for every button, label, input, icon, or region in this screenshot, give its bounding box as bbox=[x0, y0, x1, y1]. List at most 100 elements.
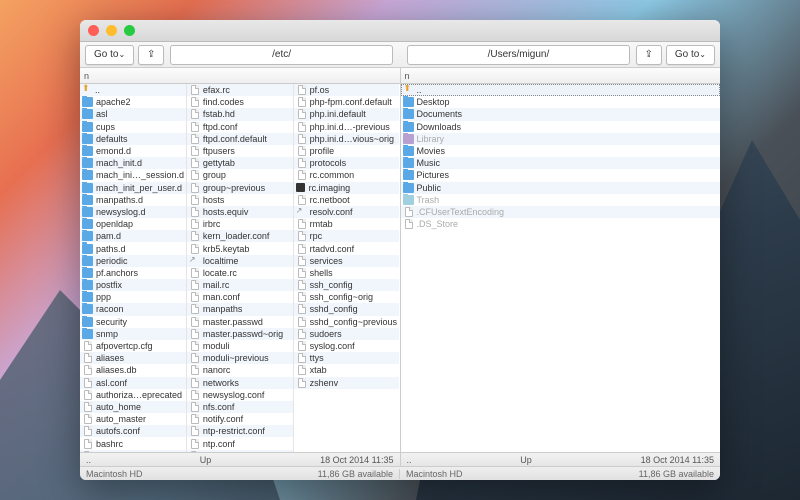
list-item[interactable]: periodic bbox=[80, 255, 186, 267]
list-item[interactable]: moduli~previous bbox=[187, 352, 293, 364]
list-item[interactable]: localtime bbox=[187, 255, 293, 267]
list-item[interactable]: hosts bbox=[187, 194, 293, 206]
list-item[interactable]: php.ini.d…-previous bbox=[294, 121, 400, 133]
list-item[interactable]: rc.imaging bbox=[294, 182, 400, 194]
list-item[interactable]: protocols bbox=[294, 157, 400, 169]
list-item[interactable]: ftpusers bbox=[187, 145, 293, 157]
list-item[interactable]: ttys bbox=[294, 352, 400, 364]
list-item[interactable]: find.codes bbox=[187, 96, 293, 108]
list-item[interactable]: Downloads bbox=[401, 121, 721, 133]
goto-button-right[interactable]: Go to bbox=[666, 45, 715, 65]
list-item[interactable]: hosts.equiv bbox=[187, 206, 293, 218]
list-item[interactable]: rmtab bbox=[294, 218, 400, 230]
list-item[interactable]: fstab.hd bbox=[187, 108, 293, 120]
list-item[interactable]: ntp.conf bbox=[187, 437, 293, 449]
list-item[interactable]: profile bbox=[294, 145, 400, 157]
list-item[interactable]: moduli bbox=[187, 340, 293, 352]
share-button-left[interactable]: ⇪ bbox=[138, 45, 164, 65]
list-item[interactable]: pf.os bbox=[294, 84, 400, 96]
list-item[interactable]: Public bbox=[401, 182, 721, 194]
list-item[interactable]: racoon bbox=[80, 303, 186, 315]
list-item[interactable]: shells bbox=[294, 267, 400, 279]
list-item[interactable]: ntp-restrict.conf bbox=[187, 425, 293, 437]
list-item[interactable]: php-fpm.conf.default bbox=[294, 96, 400, 108]
list-item[interactable]: networks bbox=[187, 377, 293, 389]
list-item[interactable]: nanorc bbox=[187, 364, 293, 376]
file-listing-right[interactable]: ..DesktopDocumentsDownloadsLibraryMovies… bbox=[401, 84, 721, 452]
list-item[interactable]: Pictures bbox=[401, 169, 721, 181]
titlebar[interactable] bbox=[80, 20, 720, 42]
list-item[interactable]: rc.common bbox=[294, 169, 400, 181]
column-header-left[interactable]: n bbox=[80, 68, 400, 84]
list-item[interactable]: rpc bbox=[294, 230, 400, 242]
list-item[interactable]: xtab bbox=[294, 364, 400, 376]
list-item[interactable]: auto_home bbox=[80, 401, 186, 413]
column-header-right[interactable]: n bbox=[401, 68, 721, 84]
list-item[interactable]: irbrc bbox=[187, 218, 293, 230]
list-item[interactable]: efax.rc bbox=[187, 84, 293, 96]
list-item[interactable]: ftpd.conf bbox=[187, 121, 293, 133]
list-item[interactable]: newsyslog.conf bbox=[187, 389, 293, 401]
list-item[interactable]: .DS_Store bbox=[401, 218, 721, 230]
list-item[interactable]: sshd_config~previous bbox=[294, 316, 400, 328]
minimize-button[interactable] bbox=[106, 25, 117, 36]
list-item[interactable]: newsyslog.d bbox=[80, 206, 186, 218]
list-item[interactable]: Music bbox=[401, 157, 721, 169]
list-item[interactable]: zshenv bbox=[294, 377, 400, 389]
list-item[interactable]: krb5.keytab bbox=[187, 242, 293, 254]
list-item[interactable]: gettytab bbox=[187, 157, 293, 169]
list-item[interactable]: .CFUserTextEncoding bbox=[401, 206, 721, 218]
list-item[interactable]: asl.conf bbox=[80, 377, 186, 389]
list-item[interactable]: Library bbox=[401, 133, 721, 145]
file-listing-left[interactable]: ..apache2aslcupsdefaultsemond.dmach_init… bbox=[80, 84, 400, 452]
list-item[interactable]: authoriza…eprecated bbox=[80, 389, 186, 401]
list-item[interactable]: aliases.db bbox=[80, 364, 186, 376]
close-button[interactable] bbox=[88, 25, 99, 36]
list-item[interactable]: kern_loader.conf bbox=[187, 230, 293, 242]
list-item[interactable]: autofs.conf bbox=[80, 425, 186, 437]
list-item[interactable]: resolv.conf bbox=[294, 206, 400, 218]
list-item[interactable]: Documents bbox=[401, 108, 721, 120]
list-item[interactable]: auto_master bbox=[80, 413, 186, 425]
list-item[interactable]: manpaths bbox=[187, 303, 293, 315]
list-item[interactable]: php.ini.default bbox=[294, 108, 400, 120]
list-item[interactable]: master.passwd~orig bbox=[187, 328, 293, 340]
list-item[interactable]: afpovertcp.cfg bbox=[80, 340, 186, 352]
list-item[interactable]: sshd_config bbox=[294, 303, 400, 315]
list-item[interactable]: pam.d bbox=[80, 230, 186, 242]
list-item[interactable]: Desktop bbox=[401, 96, 721, 108]
goto-button-left[interactable]: Go to bbox=[85, 45, 134, 65]
list-item[interactable]: Movies bbox=[401, 145, 721, 157]
list-item[interactable]: cups bbox=[80, 121, 186, 133]
list-item[interactable]: mach_ini…_session.d bbox=[80, 169, 186, 181]
list-item[interactable]: man.conf bbox=[187, 291, 293, 303]
list-item[interactable]: syslog.conf bbox=[294, 340, 400, 352]
list-item[interactable]: bashrc bbox=[80, 437, 186, 449]
path-left[interactable]: /etc/ bbox=[170, 45, 393, 65]
list-item[interactable]: rc.netboot bbox=[294, 194, 400, 206]
list-item[interactable]: mail.rc bbox=[187, 279, 293, 291]
list-item[interactable]: security bbox=[80, 316, 186, 328]
list-item[interactable]: openldap bbox=[80, 218, 186, 230]
list-item[interactable]: asl bbox=[80, 108, 186, 120]
list-item[interactable]: ftpd.conf.default bbox=[187, 133, 293, 145]
list-item[interactable]: sudoers bbox=[294, 328, 400, 340]
list-item[interactable]: group bbox=[187, 169, 293, 181]
list-item[interactable]: manpaths.d bbox=[80, 194, 186, 206]
list-item[interactable]: mach_init_per_user.d bbox=[80, 182, 186, 194]
list-item[interactable]: snmp bbox=[80, 328, 186, 340]
list-item[interactable]: php.ini.d…vious~orig bbox=[294, 133, 400, 145]
list-item[interactable]: mach_init.d bbox=[80, 157, 186, 169]
list-item[interactable]: .. bbox=[80, 84, 186, 96]
list-item[interactable]: paths.d bbox=[80, 242, 186, 254]
list-item[interactable]: aliases bbox=[80, 352, 186, 364]
list-item[interactable]: postfix bbox=[80, 279, 186, 291]
list-item[interactable]: group~previous bbox=[187, 182, 293, 194]
zoom-button[interactable] bbox=[124, 25, 135, 36]
list-item[interactable]: nfs.conf bbox=[187, 401, 293, 413]
list-item[interactable]: services bbox=[294, 255, 400, 267]
list-item[interactable]: apache2 bbox=[80, 96, 186, 108]
list-item[interactable]: ppp bbox=[80, 291, 186, 303]
list-item[interactable]: master.passwd bbox=[187, 316, 293, 328]
list-item[interactable]: emond.d bbox=[80, 145, 186, 157]
